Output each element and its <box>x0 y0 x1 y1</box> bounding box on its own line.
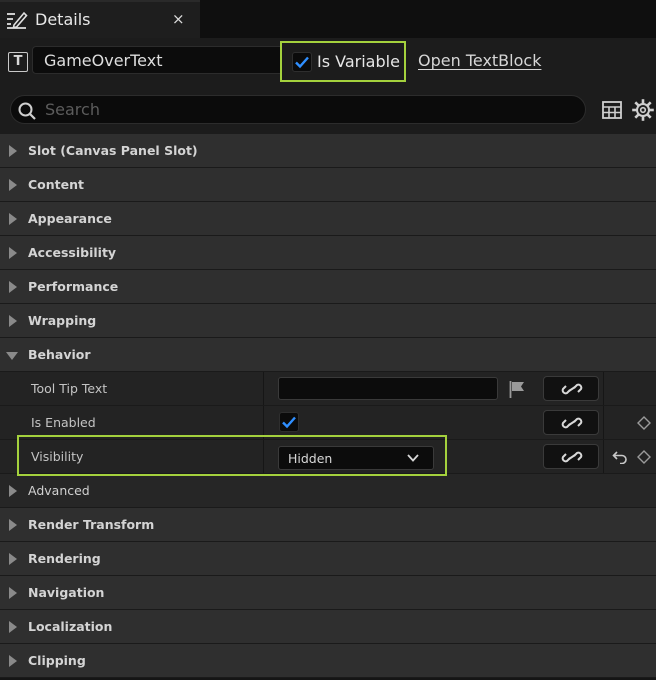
visibility-value: Hidden <box>288 451 333 466</box>
is-enabled-checkbox[interactable] <box>279 412 299 432</box>
expand-arrow-icon <box>9 145 17 157</box>
expand-arrow-icon <box>9 519 17 531</box>
property-matrix-icon[interactable] <box>602 100 622 120</box>
is-enabled-label: Is Enabled <box>31 415 96 430</box>
category-label: Appearance <box>28 211 112 226</box>
expand-arrow-icon <box>9 179 17 191</box>
category-label: Performance <box>28 279 119 294</box>
category-label: Navigation <box>28 585 105 600</box>
is-variable-label: Is Variable <box>317 52 400 71</box>
is-variable-checkbox[interactable] <box>292 52 312 72</box>
category-accessibility[interactable]: Accessibility <box>0 236 656 270</box>
category-performance[interactable]: Performance <box>0 270 656 304</box>
tab-details[interactable]: Details × <box>0 0 200 38</box>
property-row-is-enabled: Is Enabled <box>0 406 656 440</box>
search-placeholder: Search <box>45 100 100 119</box>
keyframe-diamond-icon[interactable] <box>637 450 651 464</box>
category-behavior[interactable]: Behavior <box>0 338 656 372</box>
category-wrapping[interactable]: Wrapping <box>0 304 656 338</box>
bind-button[interactable] <box>543 376 599 401</box>
reset-to-default-icon[interactable] <box>612 450 628 464</box>
tab-title: Details <box>35 10 91 29</box>
category-advanced[interactable]: Advanced <box>0 474 656 508</box>
column-divider <box>263 406 264 439</box>
bind-button[interactable] <box>543 444 599 469</box>
column-divider <box>603 440 604 473</box>
expand-arrow-icon <box>9 655 17 667</box>
widget-name-input[interactable]: GameOverText <box>32 46 302 74</box>
link-icon <box>561 451 583 463</box>
expand-arrow-icon <box>9 553 17 565</box>
checkmark-icon <box>295 56 309 69</box>
category-appearance[interactable]: Appearance <box>0 202 656 236</box>
column-divider <box>263 440 264 473</box>
details-header: T GameOverText Is Variable Open TextBloc… <box>0 38 656 134</box>
tooltip-text-input[interactable] <box>278 377 498 400</box>
column-divider <box>603 372 604 405</box>
category-label: Content <box>28 177 84 192</box>
visibility-dropdown[interactable]: Hidden <box>278 446 434 470</box>
link-icon <box>561 383 583 395</box>
category-label: Accessibility <box>28 245 117 260</box>
expand-arrow-icon <box>9 281 17 293</box>
column-divider <box>263 372 264 405</box>
visibility-label: Visibility <box>31 449 84 464</box>
checkmark-icon <box>282 416 296 429</box>
expand-arrow-icon <box>9 621 17 633</box>
text-block-icon: T <box>8 52 28 72</box>
localization-flag-icon[interactable] <box>508 380 526 398</box>
close-tab-button[interactable]: × <box>172 10 185 28</box>
category-label: Behavior <box>28 347 91 362</box>
category-label: Advanced <box>28 483 90 498</box>
category-label: Localization <box>28 619 113 634</box>
expand-arrow-icon <box>9 247 17 259</box>
keyframe-diamond-icon[interactable] <box>637 416 651 430</box>
link-icon <box>561 417 583 429</box>
category-content[interactable]: Content <box>0 168 656 202</box>
expand-arrow-icon <box>9 213 17 225</box>
tooltip-text-label: Tool Tip Text <box>31 381 108 396</box>
search-input[interactable]: Search <box>10 95 586 124</box>
bind-button[interactable] <box>543 410 599 435</box>
category-localization[interactable]: Localization <box>0 610 656 644</box>
edit-details-icon <box>7 11 28 29</box>
category-label: Rendering <box>28 551 101 566</box>
category-label: Clipping <box>28 653 86 668</box>
gear-icon[interactable] <box>632 99 654 121</box>
expand-arrow-icon <box>9 587 17 599</box>
expand-arrow-icon <box>9 315 17 327</box>
is-variable-toggle[interactable]: Is Variable <box>280 41 406 82</box>
category-label: Slot (Canvas Panel Slot) <box>28 143 198 158</box>
category-slot[interactable]: Slot (Canvas Panel Slot) <box>0 134 656 168</box>
chevron-down-icon <box>407 454 419 462</box>
search-icon <box>18 102 36 120</box>
category-label: Render Transform <box>28 517 155 532</box>
category-label: Wrapping <box>28 313 97 328</box>
open-textblock-link[interactable]: Open TextBlock <box>418 51 541 70</box>
expand-arrow-icon <box>9 485 17 497</box>
tab-bar: Details × <box>0 0 656 38</box>
category-rendering[interactable]: Rendering <box>0 542 656 576</box>
property-list: Slot (Canvas Panel Slot) Content Appeara… <box>0 134 656 678</box>
collapse-arrow-icon <box>6 352 18 360</box>
property-row-visibility: Visibility Hidden <box>0 440 656 474</box>
category-clipping[interactable]: Clipping <box>0 644 656 678</box>
category-render-transform[interactable]: Render Transform <box>0 508 656 542</box>
category-navigation[interactable]: Navigation <box>0 576 656 610</box>
property-row-tooltip: Tool Tip Text <box>0 372 656 406</box>
column-divider <box>603 406 604 439</box>
